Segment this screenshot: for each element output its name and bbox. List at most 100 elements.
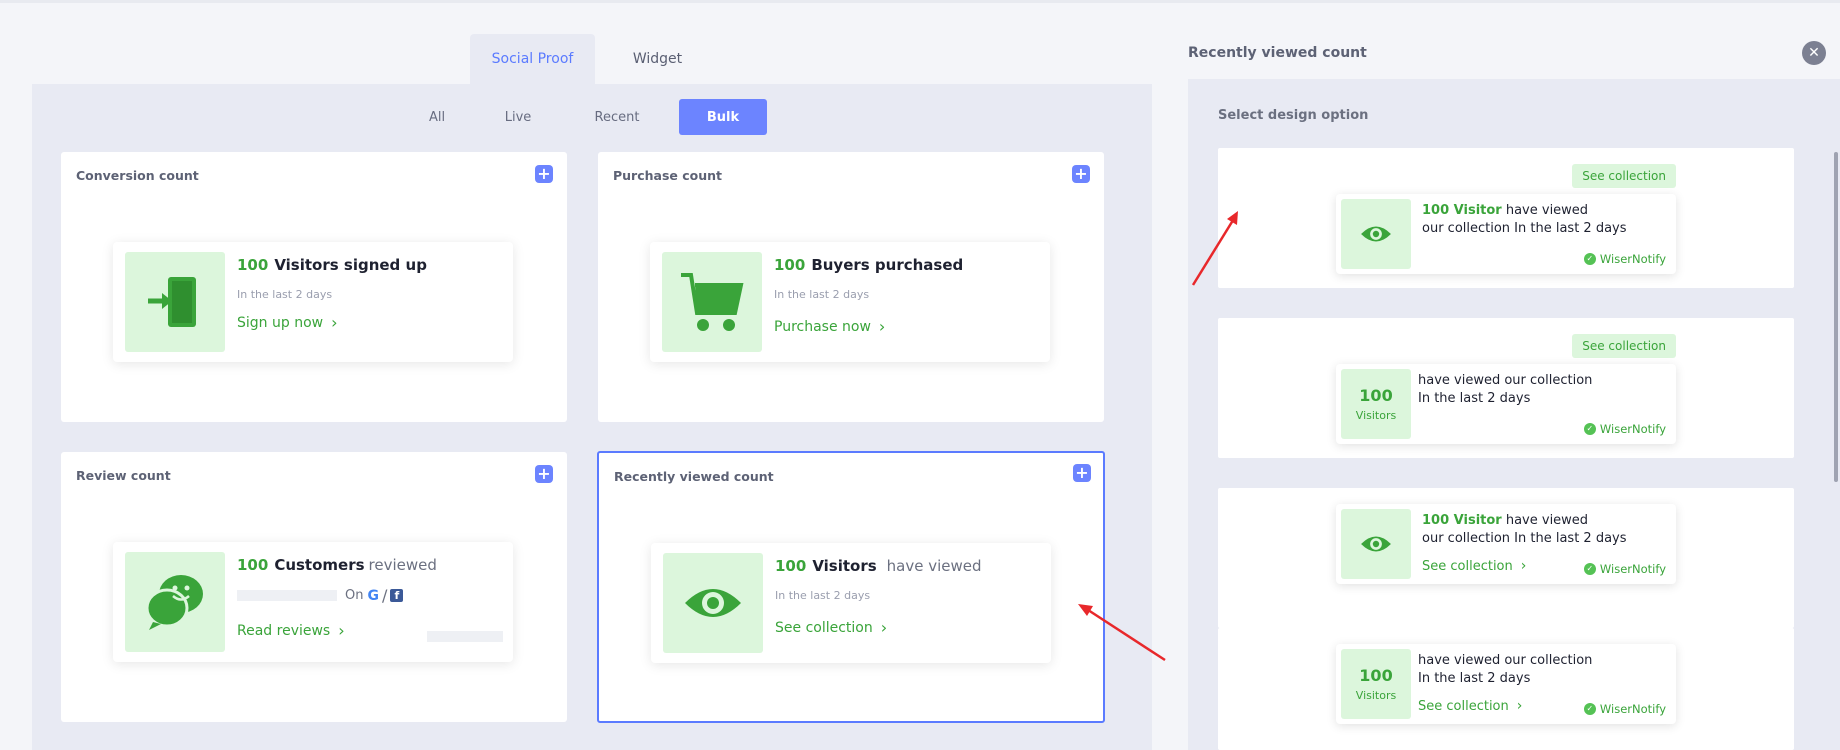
on-label: On [345,588,364,603]
headline-suffix: have viewed [886,557,982,575]
notification-preview: 100 Visitor have viewed our collection I… [1336,504,1676,584]
shopping-cart-icon [662,252,762,352]
design-option-4[interactable]: 100 Visitors have viewed our collection … [1218,628,1794,750]
notification-preview: 100 Visitor have viewed our collection I… [1336,194,1676,274]
sign-up-link[interactable]: Sign up now › [237,313,338,332]
message-line2: In the last 2 days [1418,671,1531,686]
count-number: 100 [775,557,807,575]
count-box: 100 Visitors [1341,649,1411,719]
brand-label: ✓ WiserNotify [1583,562,1666,576]
message-line2: our collection In the last 2 days [1422,531,1627,546]
see-collection-link[interactable]: See collection › [1418,698,1522,714]
notification-preview: 100 Visitors have viewed our collection … [1336,364,1676,444]
visitor-count: 100 Visitor [1422,513,1502,528]
design-option-2[interactable]: See collection 100 Visitors have viewed … [1218,318,1794,458]
visitor-count: 100 Visitor [1422,203,1502,218]
chevron-right-icon: › [1520,558,1527,574]
conversion-count-card[interactable]: Conversion count + 100 Visitors signed up… [61,152,567,422]
filter-bulk[interactable]: Bulk [679,99,767,135]
notification-preview: 100 Visitors have viewed our collection … [1336,644,1676,724]
see-collection-link[interactable]: See collection › [1422,558,1526,574]
sign-in-icon [125,252,225,352]
brand-label: ✓ WiserNotify [1583,252,1666,266]
chevron-right-icon: › [880,618,888,637]
time-range: In the last 2 days [237,288,333,301]
check-icon: ✓ [1583,563,1596,575]
filter-bar: All Live Recent Bulk [407,99,767,135]
eye-icon [663,553,763,653]
design-option-1[interactable]: See collection 100 Visitor have viewed o… [1218,148,1794,288]
see-collection-badge: See collection [1572,164,1676,188]
chat-smile-icon [125,552,225,652]
read-reviews-link[interactable]: Read reviews › [237,621,345,640]
add-icon[interactable]: + [535,165,553,183]
headline: Visitors signed up [274,256,427,274]
message-line1: have viewed our collection [1418,653,1593,668]
time-range: In the last 2 days [775,589,871,602]
filter-all[interactable]: All [407,99,467,135]
add-icon[interactable]: + [1073,464,1091,482]
see-collection-link[interactable]: See collection › [775,618,887,637]
visitor-number: 100 [1359,666,1393,685]
message-line1: have viewed [1505,513,1589,528]
count-number: 100 [237,256,269,274]
visitor-number: 100 [1359,386,1393,405]
add-icon[interactable]: + [1072,165,1090,183]
filter-recent[interactable]: Recent [569,99,665,135]
count-number: 100 [237,556,269,574]
notification-preview: 100 Customers reviewed On G / f Read revie… [113,542,513,662]
card-title: Conversion count [76,168,199,183]
close-icon[interactable]: ✕ [1802,41,1826,65]
message-line1: have viewed [1505,203,1589,218]
select-design-label: Select design option [1218,108,1369,123]
brand-label: ✓ WiserNotify [1583,422,1666,436]
chevron-right-icon: › [1516,698,1523,714]
panel-title: Recently viewed count [1188,45,1367,61]
brand-label: ✓ WiserNotify [1583,702,1666,716]
tab-social-proof[interactable]: Social Proof [470,34,595,84]
visitor-label: Visitors [1355,689,1397,702]
check-icon: ✓ [1583,703,1596,715]
count-box: 100 Visitors [1341,369,1411,439]
card-title: Review count [76,468,171,483]
eye-icon [1341,199,1411,269]
message-line1: have viewed our collection [1418,373,1593,388]
notification-preview: 100 Visitors have viewed In the last 2 day… [651,543,1051,663]
card-title: Recently viewed count [614,469,774,484]
rating-placeholder [427,631,503,642]
purchase-link[interactable]: Purchase now › [774,317,885,336]
headline: Customers [274,556,365,574]
check-icon: ✓ [1583,423,1596,435]
message-line2: our collection In the last 2 days [1422,221,1627,236]
eye-icon [1341,509,1411,579]
chevron-right-icon: › [338,621,345,640]
headline-suffix: reviewed [368,556,437,574]
headline: Visitors [812,557,877,575]
headline: Buyers purchased [811,256,964,274]
annotation-arrow-icon [1191,211,1238,286]
design-option-3[interactable]: 100 Visitor have viewed our collection I… [1218,488,1794,628]
time-range: In the last 2 days [774,288,870,301]
scrollbar[interactable] [1834,152,1838,482]
purchase-count-card[interactable]: Purchase count + 100 Buyers purchased In … [598,152,1104,422]
reviewer-placeholder [237,590,337,601]
card-title: Purchase count [613,168,723,183]
add-icon[interactable]: + [535,465,553,483]
visitor-label: Visitors [1355,409,1397,422]
recently-viewed-count-card[interactable]: Recently viewed count + 100 Visitors have … [597,451,1105,723]
tab-widget[interactable]: Widget [595,34,720,84]
chevron-right-icon: › [878,317,886,336]
separator: / [381,586,388,605]
facebook-icon: f [390,589,404,602]
top-divider [0,0,1840,3]
review-count-card[interactable]: Review count + 100 Customers reviewed On G… [61,452,567,722]
chevron-right-icon: › [331,313,338,332]
main-tabs: Social Proof Widget [470,34,720,84]
notification-preview: 100 Buyers purchased In the last 2 days P… [650,242,1050,362]
filter-live[interactable]: Live [467,99,569,135]
message-line2: In the last 2 days [1418,391,1531,406]
check-icon: ✓ [1583,253,1596,265]
count-number: 100 [774,256,806,274]
see-collection-badge: See collection [1572,334,1676,358]
google-icon: G [367,587,379,604]
